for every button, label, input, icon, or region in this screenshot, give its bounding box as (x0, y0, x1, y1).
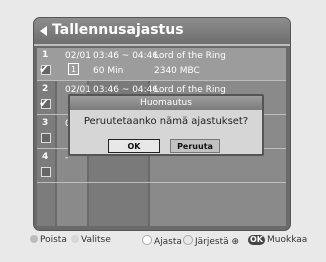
confirm-dialog: Huomautus Peruutetaanko nämä ajastukset?… (68, 94, 264, 156)
row-number: 2 (42, 84, 49, 94)
checkmark-icon: ✔ (39, 62, 50, 76)
dialog-message: Peruutetaanko nämä ajastukset? (83, 116, 249, 127)
row-number: 1 (42, 50, 49, 60)
row-checkbox[interactable] (41, 133, 51, 143)
repeat-recording-icon: 1 (68, 63, 79, 75)
title-bar: Tallennusajastus (34, 18, 290, 46)
footer-sort[interactable]: Järjestä ⊕ (183, 235, 239, 247)
row-checkbox[interactable] (41, 167, 51, 177)
svg-text:1: 1 (71, 65, 76, 74)
footer-edit[interactable]: OK Muokkaa (248, 235, 307, 245)
sort-icon: ⊕ (231, 237, 240, 247)
footer-select[interactable]: Valitse (71, 235, 111, 245)
back-arrow-icon[interactable] (40, 26, 47, 36)
checkmark-icon: ✔ (39, 96, 50, 110)
light-dot-icon (71, 235, 79, 243)
row-divider (37, 182, 286, 183)
white-dot-icon (142, 235, 152, 245)
footer-schedule[interactable]: Ajasta (142, 235, 182, 247)
row-channel: 2340 MBC (154, 66, 200, 76)
ok-key-icon: OK (248, 235, 265, 245)
timer-row-1[interactable]: 1 ✔ 02/01 1 03:46 ~ 04:46 60 Min Lord of… (37, 48, 286, 80)
white-dot-icon (183, 235, 193, 245)
row-date: 02/01 (65, 51, 91, 61)
dialog-title: Huomautus (70, 96, 262, 110)
row-time: 03:46 ~ 04:46 (93, 51, 159, 61)
row-number: 4 (42, 152, 49, 162)
cancel-button[interactable]: Peruuta (170, 139, 220, 153)
row-program-name: Lord of the Ring (154, 51, 226, 61)
row-number: 3 (42, 118, 49, 128)
ok-button[interactable]: OK (108, 139, 160, 153)
row-duration: 60 Min (93, 66, 124, 76)
page-title: Tallennusajastus (52, 22, 184, 38)
grey-dot-icon (30, 235, 38, 243)
row-divider (37, 80, 286, 81)
footer-delete[interactable]: Poista (30, 235, 67, 245)
footer-legend: Poista Valitse Ajasta Järjestä ⊕ OK Muokk… (0, 232, 326, 250)
